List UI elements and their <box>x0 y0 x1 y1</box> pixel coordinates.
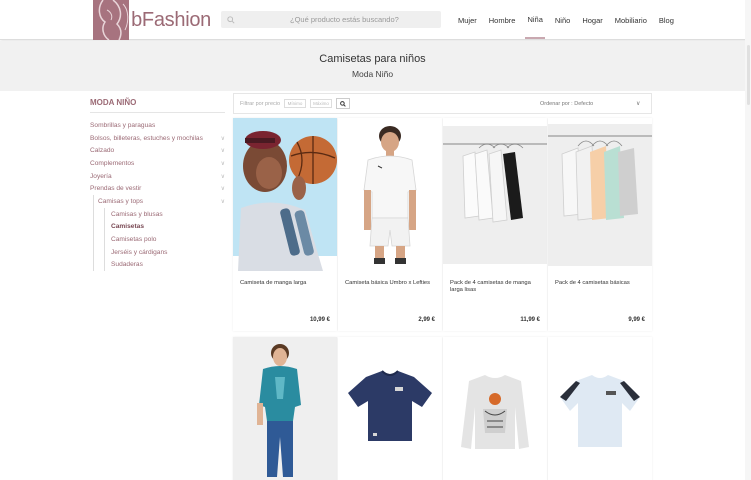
scrollbar-thumb[interactable] <box>747 45 750 105</box>
price-max-input[interactable]: Máximo <box>310 99 333 108</box>
product-card[interactable] <box>233 337 337 480</box>
sidebar-item-label: Prendas de vestir <box>90 185 142 193</box>
product-name[interactable]: Pack de 4 camisetas básicas <box>555 280 647 287</box>
sidebar-subsubgroup: Camisas y blusas Camisetas Camisetas pol… <box>104 207 225 272</box>
product-image[interactable] <box>233 337 337 480</box>
product-name[interactable]: Camiseta básica Umbro x Lefties <box>345 280 437 287</box>
category-sidebar: MODA NIÑO Sombrillas y paraguas Bolsos, … <box>90 98 225 272</box>
product-image[interactable] <box>443 337 547 480</box>
product-image[interactable] <box>338 337 442 480</box>
sidebar-item-sombrillas[interactable]: Sombrillas y paraguas <box>90 119 225 132</box>
chevron-down-icon[interactable]: ∨ <box>221 173 225 180</box>
site-header: bFashion Mujer Hombre Niña Niño Hogar Mo… <box>0 0 751 40</box>
search-icon <box>340 100 346 107</box>
filter-toolbar: Filtrar por precio Mínimo Máximo Ordenar… <box>233 93 652 114</box>
product-name[interactable]: Pack de 4 camisetas de manga larga lisas <box>450 280 542 294</box>
product-card[interactable]: Camiseta básica Umbro x Lefties 2,99 € <box>338 118 442 331</box>
product-card[interactable] <box>548 337 652 480</box>
product-price: 2,99 € <box>418 317 435 323</box>
price-min-input[interactable]: Mínimo <box>284 99 307 108</box>
nav-mobiliario[interactable]: Mobiliario <box>613 3 649 38</box>
sidebar-item-label: Camisas y blusas <box>111 210 163 218</box>
product-card[interactable]: Pack de 4 camisetas básicas 9,99 € <box>548 118 652 331</box>
nav-blog[interactable]: Blog <box>657 3 676 38</box>
product-price: 10,99 € <box>309 317 330 323</box>
product-image[interactable] <box>548 337 652 480</box>
sidebar-item-label: Sudaderas <box>111 261 143 269</box>
page-subtitle: Moda Niño <box>351 69 394 79</box>
main-nav: Mujer Hombre Niña Niño Hogar Mobiliario … <box>452 0 680 40</box>
product-card[interactable]: Camiseta de manga larga 10,99 € <box>233 118 337 331</box>
nav-nina[interactable]: Niña <box>525 2 545 39</box>
nav-hombre[interactable]: Hombre <box>487 3 518 38</box>
sidebar-item-prendas[interactable]: Prendas de vestir ∨ <box>90 182 225 195</box>
chevron-down-icon[interactable]: ∨ <box>221 198 225 205</box>
sidebar-item-label: Camisetas polo <box>111 236 157 244</box>
nav-hogar[interactable]: Hogar <box>580 3 604 38</box>
search-input[interactable] <box>241 15 421 24</box>
sidebar-item-complementos[interactable]: Complementos ∨ <box>90 157 225 170</box>
logo-mark-icon <box>93 0 130 40</box>
product-card[interactable]: Pack de 4 camisetas de manga larga lisas… <box>443 118 547 331</box>
sidebar-item-label: Calzado <box>90 147 115 155</box>
price-filter-label: Filtrar por precio <box>240 100 281 107</box>
search-bar[interactable] <box>221 11 441 28</box>
sidebar-item-camisas-blusas[interactable]: Camisas y blusas <box>105 208 225 221</box>
sidebar-item-label: Camisetas <box>111 223 144 231</box>
product-card[interactable] <box>338 337 442 480</box>
nav-mujer[interactable]: Mujer <box>456 3 479 38</box>
logo[interactable]: bFashion <box>93 0 211 40</box>
page-title: Camisetas para niños <box>319 53 426 65</box>
sidebar-item-label: Jerséis y cárdigans <box>111 248 168 256</box>
sort-select[interactable]: Ordenar por : Defecto <box>540 101 593 107</box>
chevron-down-icon[interactable]: ∨ <box>221 185 225 192</box>
sidebar-item-camisas-tops[interactable]: Camisas y tops ∨ <box>98 195 225 208</box>
product-card[interactable] <box>443 337 547 480</box>
nav-nino[interactable]: Niño <box>553 3 572 38</box>
sidebar-item-label: Joyería <box>90 172 112 180</box>
logo-text: bFashion <box>131 8 211 31</box>
chevron-down-icon[interactable]: ∨ <box>221 135 225 142</box>
page-scrollbar[interactable] <box>745 0 751 480</box>
sidebar-item-bolsos[interactable]: Bolsos, billeteras, estuches y mochilas ∨ <box>90 132 225 145</box>
search-icon <box>227 15 235 24</box>
sidebar-item-joyeria[interactable]: Joyería ∨ <box>90 170 225 183</box>
sidebar-item-sudaderas[interactable]: Sudaderas <box>105 259 225 272</box>
page: bFashion Mujer Hombre Niña Niño Hogar Mo… <box>0 0 751 480</box>
sidebar-item-label: Complementos <box>90 159 135 167</box>
sidebar-item-camisetas[interactable]: Camisetas <box>105 221 225 234</box>
price-filter-button[interactable] <box>336 98 351 109</box>
sidebar-subgroup: Camisas y tops ∨ Camisas y blusas Camiset… <box>93 195 225 272</box>
product-image[interactable] <box>338 118 442 271</box>
sidebar-item-calzado[interactable]: Calzado ∨ <box>90 144 225 157</box>
chevron-down-icon[interactable]: ∨ <box>221 160 225 167</box>
product-price: 9,99 € <box>628 317 645 323</box>
sidebar-title: MODA NIÑO <box>90 98 225 113</box>
product-name[interactable]: Camiseta de manga larga <box>240 280 332 287</box>
product-price: 11,99 € <box>520 317 540 323</box>
product-image[interactable] <box>548 118 652 271</box>
sidebar-item-camisetas-polo[interactable]: Camisetas polo <box>105 233 225 246</box>
sidebar-item-label: Camisas y tops <box>98 197 144 205</box>
product-image[interactable] <box>233 118 337 271</box>
chevron-down-icon[interactable]: ∨ <box>636 100 640 107</box>
sidebar-item-jerseis[interactable]: Jerséis y cárdigans <box>105 246 225 259</box>
product-image[interactable] <box>443 118 547 271</box>
sidebar-item-label: Sombrillas y paraguas <box>90 121 156 129</box>
chevron-down-icon[interactable]: ∨ <box>221 147 225 154</box>
sidebar-item-label: Bolsos, billeteras, estuches y mochilas <box>90 134 203 142</box>
category-banner: Camisetas para niños Moda Niño <box>0 41 745 91</box>
